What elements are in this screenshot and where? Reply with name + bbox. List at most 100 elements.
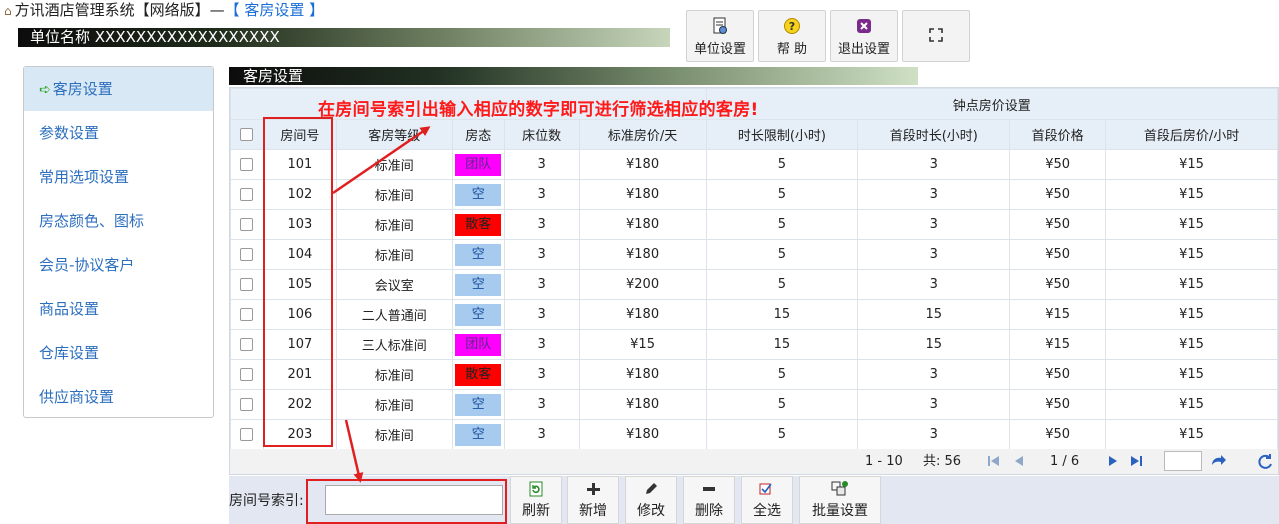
checkbox[interactable] (240, 158, 254, 171)
cell-after-price: ¥15 (1105, 329, 1278, 360)
page-info: 1 / 6 (1050, 454, 1080, 469)
sidebar-item-status-colors[interactable]: 房态颜色、图标 (24, 199, 213, 243)
add-button[interactable]: 新增 (567, 476, 619, 524)
table-row[interactable]: 203 标准间空 3 ¥180 5 3 ¥50 ¥15 (230, 419, 1278, 450)
cell-standard-price: ¥200 (578, 269, 707, 300)
row-checkbox-cell[interactable] (230, 179, 264, 210)
sidebar-item-common-options[interactable]: 常用选项设置 (24, 155, 213, 199)
sidebar-item-label: 商品设置 (39, 300, 100, 318)
unit-settings-button[interactable]: 单位设置 (686, 10, 754, 62)
cell-room-grade: 标准间 (335, 389, 453, 420)
table-row[interactable]: 104 标准间空 3 ¥180 5 3 ¥50 ¥15 (230, 239, 1278, 270)
table-row[interactable]: 202 标准间空 3 ¥180 5 3 ¥50 ¥15 (230, 389, 1278, 420)
col-first-period-hours[interactable]: 首段时长(小时) (857, 119, 1011, 150)
sidebar-item-suppliers[interactable]: 供应商设置 (24, 375, 213, 419)
sidebar-item-label: 房态颜色、图标 (39, 212, 145, 230)
status-badge: 散客 (455, 213, 502, 236)
cell-first-period-price: ¥50 (1009, 209, 1107, 240)
reload-icon[interactable] (1256, 453, 1274, 475)
row-checkbox-cell[interactable] (230, 149, 264, 180)
row-checkbox-cell[interactable] (230, 299, 264, 330)
room-column-highlight-box (263, 117, 333, 447)
col-room-grade[interactable]: 客房等级 (335, 119, 453, 150)
table-row[interactable]: 103 标准间 散客 3 ¥180 5 3 ¥50 ¥15 (230, 209, 1278, 240)
refresh-button[interactable]: 刷新 (510, 476, 562, 524)
sidebar-item-goods[interactable]: 商品设置 (24, 287, 213, 331)
delete-button[interactable]: 删除 (683, 476, 735, 524)
checkbox[interactable] (240, 428, 254, 441)
sidebar-item-warehouse[interactable]: 仓库设置 (24, 331, 213, 375)
checkbox[interactable] (240, 248, 254, 261)
cell-room-status: 空 (451, 389, 505, 420)
status-badge: 空 (455, 393, 502, 416)
exit-settings-button[interactable]: 退出设置 (830, 10, 898, 62)
col-standard-price[interactable]: 标准房价/天 (578, 119, 707, 150)
checkbox[interactable] (240, 368, 254, 381)
row-checkbox-cell[interactable] (230, 209, 264, 240)
prev-page-icon[interactable] (1012, 453, 1028, 473)
table-row[interactable]: 201 标准间 散客 3 ¥180 5 3 ¥50 ¥15 (230, 359, 1278, 390)
sidebar-item-parameter-settings[interactable]: 参数设置 (24, 111, 213, 155)
go-page-icon[interactable] (1209, 453, 1227, 473)
status-badge: 团队 (455, 153, 502, 176)
checkbox[interactable] (240, 218, 254, 231)
first-page-icon[interactable] (986, 453, 1002, 473)
next-page-icon[interactable] (1104, 453, 1120, 473)
cell-standard-price: ¥180 (578, 179, 707, 210)
add-label: 新增 (579, 503, 607, 519)
cell-beds: 3 (503, 299, 580, 330)
col-after-price[interactable]: 首段后房价/小时 (1105, 119, 1278, 150)
cell-room-status: 散客 (451, 359, 505, 390)
sidebar-item-room-settings[interactable]: ➪ 客房设置 (24, 67, 213, 111)
col-beds[interactable]: 床位数 (503, 119, 580, 150)
section-title: 【 客房设置 】 (224, 1, 325, 19)
page-number-input[interactable] (1164, 451, 1202, 471)
col-room-status[interactable]: 房态 (451, 119, 505, 150)
checkbox[interactable] (240, 338, 254, 351)
row-checkbox-cell[interactable] (230, 389, 264, 420)
delete-label: 删除 (695, 503, 723, 519)
edit-button[interactable]: 修改 (625, 476, 677, 524)
last-page-icon[interactable] (1128, 453, 1144, 473)
cell-room-grade: 标准间 (335, 209, 453, 240)
row-checkbox-cell[interactable] (230, 269, 264, 300)
table-row[interactable]: 105 会议室空 3 ¥200 5 3 ¥50 ¥15 (230, 269, 1278, 300)
row-checkbox-cell[interactable] (230, 359, 264, 390)
annotation-text: 在房间号索引出输入相应的数字即可进行筛选相应的客房! (318, 100, 759, 120)
table-row[interactable]: 106 二人普通间空 3 ¥180 15 15 ¥15 ¥15 (230, 299, 1278, 330)
fullscreen-button[interactable] (902, 10, 970, 62)
table-row[interactable]: 101 标准间 团队 3 ¥180 5 3 ¥50 ¥15 (230, 149, 1278, 180)
batch-settings-button[interactable]: 批量设置 (799, 476, 881, 524)
cell-room-status: 散客 (451, 209, 505, 240)
unit-name-bar: 单位名称 XXXXXXXXXXXXXXXXXX (18, 28, 670, 47)
cell-time-limit: 5 (705, 359, 859, 390)
checkbox[interactable] (240, 128, 254, 141)
select-all-checkbox-cell[interactable] (230, 119, 264, 150)
cell-room-grade: 会议室 (335, 269, 453, 300)
row-checkbox-cell[interactable] (230, 419, 264, 450)
checkbox[interactable] (240, 398, 254, 411)
table-row[interactable]: 107 三人标准间 团队 3 ¥15 15 15 ¥15 ¥15 (230, 329, 1278, 360)
exit-icon (855, 16, 873, 36)
status-badge: 空 (455, 303, 502, 326)
cell-room-status: 空 (451, 269, 505, 300)
checkbox[interactable] (240, 278, 254, 291)
cell-standard-price: ¥180 (578, 389, 707, 420)
cell-room-status: 团队 (451, 329, 505, 360)
help-button[interactable]: ? 帮 助 (758, 10, 826, 62)
app-title: ⌂ 方讯酒店管理系统【网络版】—【 客房设置 】 (4, 0, 324, 20)
checkbox[interactable] (240, 188, 254, 201)
row-checkbox-cell[interactable] (230, 239, 264, 270)
col-time-limit[interactable]: 时长限制(小时) (705, 119, 859, 150)
sidebar-item-members[interactable]: 会员-协议客户 (24, 243, 213, 287)
cell-first-period-hours: 15 (857, 329, 1011, 360)
select-all-button[interactable]: 全选 (741, 476, 793, 524)
status-badge: 空 (455, 273, 502, 296)
help-icon: ? (783, 16, 801, 36)
table-row[interactable]: 102 标准间空 3 ¥180 5 3 ¥50 ¥15 (230, 179, 1278, 210)
checkbox[interactable] (240, 308, 254, 321)
row-checkbox-cell[interactable] (230, 329, 264, 360)
cell-standard-price: ¥180 (578, 299, 707, 330)
col-first-period-price[interactable]: 首段价格 (1009, 119, 1107, 150)
cell-room-status: 团队 (451, 149, 505, 180)
